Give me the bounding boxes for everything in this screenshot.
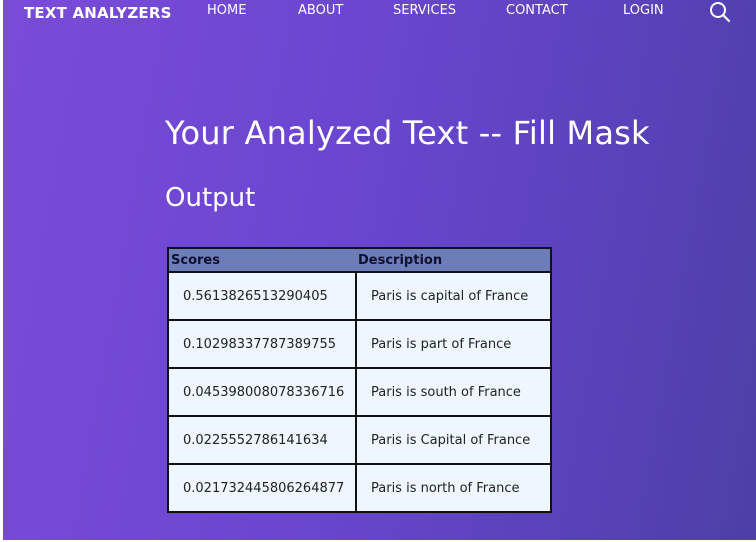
nav-link-home[interactable]: HOME bbox=[207, 3, 246, 18]
description-cell: Paris is part of France bbox=[355, 319, 552, 369]
table-row: 0.021732445806264877 Paris is north of F… bbox=[167, 463, 552, 513]
nav-link-contact[interactable]: CONTACT bbox=[506, 3, 568, 18]
table-row: 0.10298337787389755 Paris is part of Fra… bbox=[167, 319, 552, 369]
header-description: Description bbox=[356, 247, 552, 273]
page-background: TEXT ANALYZERS HOME ABOUT SERVICES CONTA… bbox=[3, 0, 756, 540]
table-row: 0.0225552786141634 Paris is Capital of F… bbox=[167, 415, 552, 465]
score-cell: 0.045398008078336716 bbox=[167, 367, 357, 417]
description-cell: Paris is south of France bbox=[355, 367, 552, 417]
score-cell: 0.0225552786141634 bbox=[167, 415, 357, 465]
navbar: TEXT ANALYZERS HOME ABOUT SERVICES CONTA… bbox=[3, 0, 756, 26]
nav-link-about[interactable]: ABOUT bbox=[298, 3, 343, 18]
results-table: Scores Description 0.5613826513290405 Pa… bbox=[167, 247, 552, 513]
score-cell: 0.10298337787389755 bbox=[167, 319, 357, 369]
output-heading: Output bbox=[165, 183, 256, 213]
header-scores: Scores bbox=[167, 247, 356, 273]
score-cell: 0.021732445806264877 bbox=[167, 463, 357, 513]
table-row: 0.5613826513290405 Paris is capital of F… bbox=[167, 271, 552, 321]
description-cell: Paris is capital of France bbox=[355, 271, 552, 321]
score-cell: 0.5613826513290405 bbox=[167, 271, 357, 321]
nav-link-services[interactable]: SERVICES bbox=[393, 3, 456, 18]
brand-logo[interactable]: TEXT ANALYZERS bbox=[24, 4, 172, 22]
table-header-row: Scores Description bbox=[167, 247, 552, 273]
table-row: 0.045398008078336716 Paris is south of F… bbox=[167, 367, 552, 417]
description-cell: Paris is north of France bbox=[355, 463, 552, 513]
search-icon[interactable] bbox=[709, 1, 731, 23]
page-title: Your Analyzed Text -- Fill Mask bbox=[165, 114, 650, 152]
nav-link-login[interactable]: LOGIN bbox=[623, 3, 664, 18]
results-table-container: Scores Description 0.5613826513290405 Pa… bbox=[167, 247, 552, 513]
description-cell: Paris is Capital of France bbox=[355, 415, 552, 465]
